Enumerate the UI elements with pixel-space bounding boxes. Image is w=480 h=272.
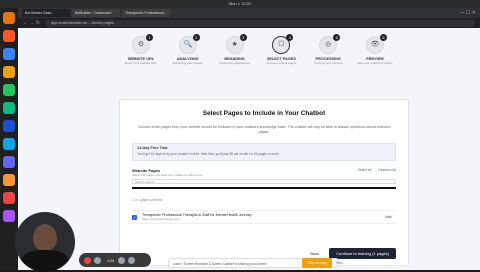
pages-icon: ☐ 4 bbox=[272, 34, 294, 54]
dock-app-icon[interactable] bbox=[3, 120, 15, 132]
address-bar[interactable]: app.chatbotbuilder.ai/..../select-pages bbox=[44, 19, 475, 27]
webcam-person-body bbox=[21, 250, 69, 272]
stop-record-icon[interactable] bbox=[84, 256, 91, 264]
search-input[interactable]: Search pages... bbox=[132, 179, 396, 184]
step-branding: ★ 3 BRANDING Customize appearance bbox=[219, 34, 251, 65]
app-dock bbox=[0, 8, 18, 270]
select-pages-card: Select Pages to Include in Your Chatbot … bbox=[119, 99, 409, 266]
step-preview: 👁 6 PREVIEW See your chatbot in action bbox=[357, 34, 393, 65]
system-top-bar: Mon 1 12:01 bbox=[0, 0, 480, 8]
stop-sharing-button[interactable]: Stop sharing bbox=[302, 258, 332, 268]
deselect-all-link[interactable]: Deselect All bbox=[378, 168, 396, 172]
window-controls-icon[interactable]: — ☐ ✕ bbox=[460, 10, 480, 16]
website-pages-sub: Select the pages you want your chatbot t… bbox=[132, 173, 203, 177]
eye-icon: 👁 6 bbox=[365, 34, 387, 54]
checkbox-checked-icon[interactable]: ✓ bbox=[132, 214, 137, 220]
dock-app-icon[interactable] bbox=[3, 174, 15, 186]
delete-icon[interactable] bbox=[127, 256, 135, 264]
system-clock: Mon 1 12:01 bbox=[228, 1, 252, 6]
back-forward-reload-icon[interactable]: ← → ↻ bbox=[23, 20, 40, 26]
page-item-url: https://example-therapy.com bbox=[142, 217, 180, 221]
dock-app-icon[interactable] bbox=[3, 84, 15, 96]
browser-tab[interactable]: BotBuilder - Dashboard bbox=[72, 9, 120, 17]
browser-tab[interactable]: Bot Builder Dash... bbox=[22, 9, 70, 17]
trial-title: 14-Day Free Trial bbox=[137, 146, 168, 150]
back-button[interactable]: Back bbox=[310, 251, 319, 256]
tab-strip: Bot Builder Dash... BotBuilder - Dashboa… bbox=[18, 8, 480, 18]
dock-app-icon[interactable] bbox=[3, 210, 15, 222]
search-icon: 🔍 2 bbox=[178, 34, 200, 54]
page-title: Select Pages to Include in Your Chatbot bbox=[202, 110, 326, 117]
record-timer: 1:51 bbox=[107, 257, 115, 263]
trial-body: You'll get 14 days to try your chatbot f… bbox=[137, 152, 280, 156]
address-bar-row: ← → ↻ app.chatbotbuilder.ai/..../select-… bbox=[18, 18, 480, 28]
gear-icon: ⚙ 1 bbox=[132, 34, 153, 54]
step-select-pages: ☐ 4 SELECT PAGES Choose content pages bbox=[266, 34, 297, 65]
list-item[interactable]: ✓ Therapeutic Professional Therapist & S… bbox=[132, 210, 396, 224]
browser-tab[interactable]: Therapeutic Professional... bbox=[122, 9, 170, 17]
star-icon: ★ 3 bbox=[225, 34, 247, 54]
dock-app-icon[interactable] bbox=[3, 156, 15, 168]
dock-app-icon[interactable] bbox=[3, 66, 15, 78]
step-processing: ◎ 5 PROCESSING Process your content bbox=[314, 34, 343, 65]
recorder-controls: 1:51 bbox=[79, 253, 151, 267]
page-item-tag: Main bbox=[385, 215, 392, 219]
dock-app-icon[interactable] bbox=[3, 192, 15, 204]
dock-app-icon[interactable] bbox=[3, 102, 15, 114]
wizard-steps: ⚙ 1 WEBSITE URL Enter your website URL 🔍 2 … bbox=[118, 34, 398, 65]
step-analyzing: 🔍 2 ANALYZING Analyzing your content bbox=[172, 34, 203, 65]
dock-app-icon[interactable] bbox=[3, 48, 15, 60]
progress-bar bbox=[132, 187, 396, 189]
step-website-url: ⚙ 1 WEBSITE URL Enter your website URL bbox=[125, 34, 157, 65]
hide-button[interactable]: Hide bbox=[336, 258, 350, 268]
webcam-person-head bbox=[33, 224, 57, 252]
trial-banner: 14-Day Free Trial You'll get 14 days to … bbox=[132, 143, 396, 161]
dock-app-icon[interactable] bbox=[3, 138, 15, 150]
pause-icon[interactable] bbox=[94, 256, 101, 264]
processing-icon: ◎ 5 bbox=[319, 34, 341, 54]
select-all-link[interactable]: Select all bbox=[358, 168, 372, 172]
selected-count: 1 of 1 pages selected bbox=[132, 198, 163, 202]
intro-text: Choose which pages from your website sho… bbox=[137, 125, 391, 134]
webcam-bubble[interactable] bbox=[15, 212, 75, 272]
dock-app-icon[interactable] bbox=[3, 12, 15, 24]
page-content: ⚙ 1 WEBSITE URL Enter your website URL 🔍 2 … bbox=[18, 28, 480, 270]
browser-window: Bot Builder Dash... BotBuilder - Dashboa… bbox=[18, 8, 480, 270]
dock-app-icon[interactable] bbox=[3, 30, 15, 42]
restart-icon[interactable] bbox=[117, 256, 125, 264]
